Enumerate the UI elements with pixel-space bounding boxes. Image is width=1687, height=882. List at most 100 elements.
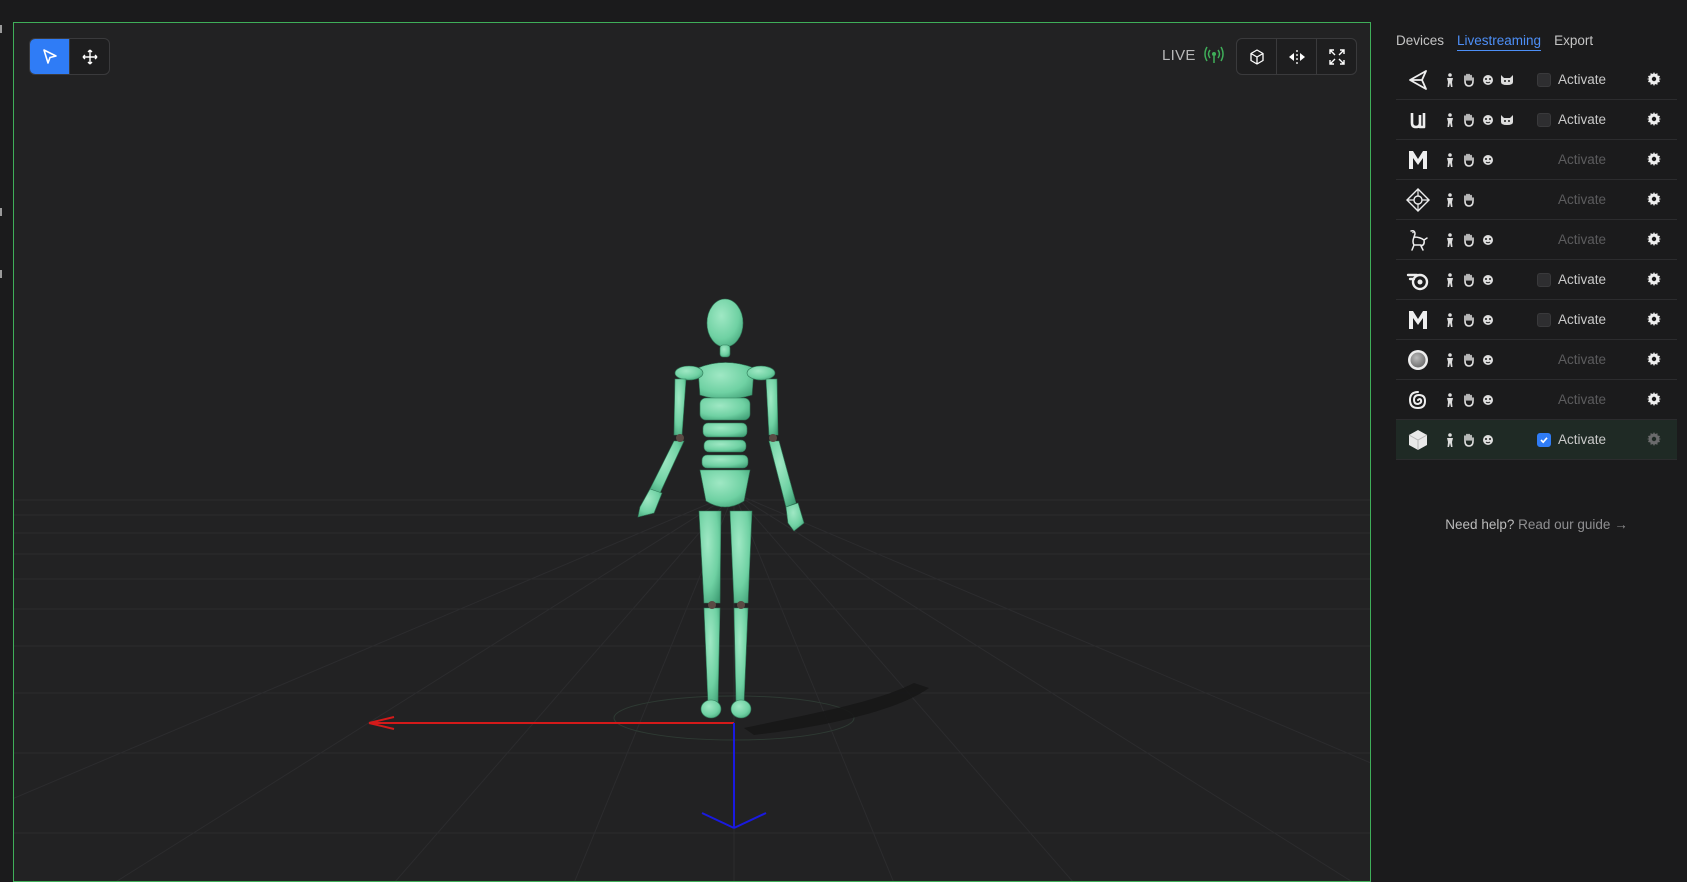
hand-icon [1462,273,1476,287]
hand-icon [1462,193,1476,207]
hand-icon [1462,73,1476,87]
activate-checkbox[interactable] [1537,73,1551,87]
pointer-icon [42,48,57,64]
body-icon [1443,312,1457,327]
capability-icons [1443,180,1476,219]
panel-tabs: Devices Livestreaming Export [1396,33,1593,51]
tool-selector [29,38,110,75]
capability-icons [1443,420,1495,459]
activate-label: Activate [1558,232,1607,247]
unreal-icon [1405,107,1431,133]
activate-label[interactable]: Activate [1558,300,1606,339]
integration-row-motionbuilder: Activate [1396,180,1677,220]
blender-icon [1405,267,1431,293]
top-bar [0,0,1687,20]
face-icon [1481,393,1495,407]
tab-export[interactable]: Export [1554,33,1593,51]
activate-label: Activate [1558,192,1607,207]
read-guide-link[interactable]: Read our guide → [1518,517,1628,532]
move-tool-button[interactable] [69,39,109,74]
gear-icon[interactable] [1646,311,1662,327]
activate-checkbox[interactable] [1537,433,1551,447]
cat-icon [1500,113,1514,127]
gear-icon[interactable] [1646,231,1662,247]
z-axis-arrow [701,723,767,829]
fullscreen-icon [1328,48,1345,65]
help-footer: Need help? Read our guide → [1396,517,1677,532]
select-tool-button[interactable] [30,39,69,74]
body-icon [1443,112,1457,127]
hand-icon [1462,153,1476,167]
activate-checkbox[interactable] [1537,113,1551,127]
fullscreen-button[interactable] [1316,39,1356,74]
capability-icons [1443,100,1514,139]
sphere-icon [1405,347,1431,373]
hand-icon [1462,393,1476,407]
maya-plugin-icon [1405,307,1431,333]
capability-icons [1443,380,1495,419]
gear-icon[interactable] [1646,71,1662,87]
body-icon [1443,152,1457,167]
capability-icons [1443,140,1495,179]
activate-label[interactable]: Activate [1558,60,1606,99]
hand-icon [1462,353,1476,367]
3d-viewport[interactable]: LIVE [13,22,1371,882]
face-icon [1481,113,1495,127]
integration-row-houdini: Activate [1396,380,1677,420]
capability-icons [1443,260,1495,299]
gear-icon[interactable] [1646,351,1662,367]
gear-icon[interactable] [1646,271,1662,287]
floor-grid [14,492,1370,881]
gear-icon[interactable] [1646,391,1662,407]
body-icon [1443,232,1457,247]
integration-row-unreal: Activate [1396,100,1677,140]
integration-row-cube-app: Activate [1396,420,1677,460]
tab-devices[interactable]: Devices [1396,33,1444,51]
body-icon [1443,392,1457,407]
capability-icons [1443,60,1514,99]
tab-livestreaming[interactable]: Livestreaming [1457,33,1542,51]
activate-label[interactable]: Activate [1558,260,1606,299]
activate-label: Activate [1558,152,1607,167]
activate-label[interactable]: Activate [1558,100,1606,139]
hand-icon [1462,313,1476,327]
activate-label[interactable]: Activate [1558,420,1606,459]
body-icon [1443,432,1457,447]
face-icon [1481,153,1495,167]
integration-row-blender: Activate [1396,260,1677,300]
hand-icon [1462,233,1476,247]
scene-canvas[interactable] [14,23,1371,882]
mirror-button[interactable] [1276,39,1316,74]
unity-icon [1405,67,1431,93]
gear-icon[interactable] [1646,191,1662,207]
face-icon [1481,353,1495,367]
hand-icon [1462,113,1476,127]
body-icon [1443,72,1457,87]
body-icon [1443,352,1457,367]
face-icon [1481,313,1495,327]
broadcast-icon [1203,46,1224,63]
activate-label: Activate [1558,352,1607,367]
face-icon [1481,273,1495,287]
gear-icon[interactable] [1646,111,1662,127]
integration-row-maya: Activate [1396,140,1677,180]
gear-icon[interactable] [1646,151,1662,167]
face-icon [1481,73,1495,87]
x-axis-arrow [368,716,734,730]
checkmark-icon [1540,437,1548,444]
integration-row-sphere: Activate [1396,340,1677,380]
view-controls [1236,38,1357,75]
cube-view-button[interactable] [1237,39,1276,74]
integration-list: Activate Activate Activate Activate Acti… [1396,60,1677,460]
activate-checkbox[interactable] [1537,313,1551,327]
mirror-icon [1288,49,1305,64]
character-icon [1405,227,1431,253]
cube-app-icon [1405,427,1431,453]
maya-icon [1405,147,1431,173]
body-icon [1443,272,1457,287]
activate-checkbox[interactable] [1537,273,1551,287]
houdini-icon [1405,387,1431,413]
hand-icon [1462,433,1476,447]
motionbuilder-icon [1405,187,1431,213]
gear-icon[interactable] [1646,431,1662,447]
